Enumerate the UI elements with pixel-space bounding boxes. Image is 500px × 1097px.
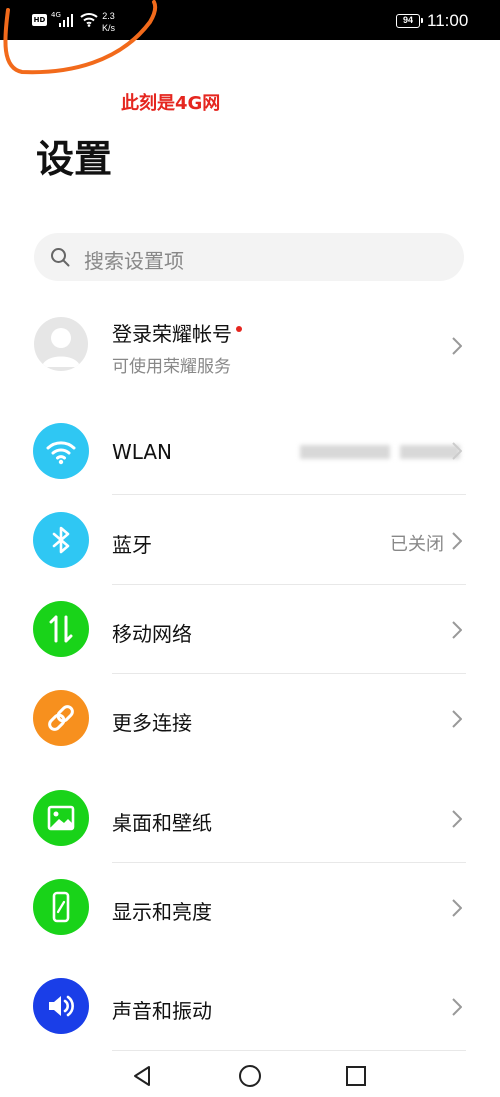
status-bar: HD 4G 2.3 K/s 94 11:00 [0, 0, 500, 40]
setting-sound[interactable]: 声音和振动 [0, 962, 500, 1051]
account-subtitle: 可使用荣耀服务 [112, 357, 231, 377]
chevron-right-icon [452, 810, 462, 828]
chevron-right-icon [452, 442, 462, 460]
wallpaper-icon [33, 790, 89, 846]
battery-indicator: 94 [396, 14, 423, 28]
search-placeholder: 搜索设置项 [84, 249, 184, 273]
setting-bluetooth[interactable]: 蓝牙 已关闭 [0, 496, 500, 585]
setting-label: 蓝牙 [112, 533, 152, 557]
setting-label: 桌面和壁纸 [112, 811, 212, 835]
annotation-text: 此刻是4G网 [121, 93, 221, 114]
signal-icon [59, 14, 73, 27]
navigation-bar [0, 1055, 500, 1097]
avatar-placeholder-icon [42, 328, 80, 367]
setting-wlan[interactable]: WLAN [0, 407, 500, 495]
clock: 11:00 [427, 11, 469, 30]
chevron-right-icon [452, 710, 462, 728]
bluetooth-icon [33, 512, 89, 568]
setting-label: 更多连接 [112, 711, 192, 735]
setting-label: 移动网络 [112, 622, 192, 646]
chevron-right-icon [452, 532, 462, 550]
page-title: 设置 [36, 137, 113, 181]
hd-badge: HD [32, 14, 47, 26]
chevron-right-icon [452, 621, 462, 639]
search-input[interactable]: 搜索设置项 [34, 233, 464, 281]
setting-label: WLAN [112, 440, 173, 464]
sound-icon [33, 978, 89, 1034]
setting-more-connections[interactable]: 更多连接 [0, 674, 500, 762]
network-speed: 2.3 K/s [102, 11, 116, 33]
setting-display[interactable]: 显示和亮度 [0, 863, 500, 951]
avatar [34, 317, 88, 371]
setting-label: 显示和亮度 [112, 900, 212, 924]
search-icon [51, 248, 70, 267]
setting-mobile-network[interactable]: 移动网络 [0, 585, 500, 674]
divider [112, 494, 466, 495]
blurred-wlan-name [300, 445, 470, 459]
wifi-icon [33, 423, 89, 479]
setting-value: 已关闭 [390, 534, 444, 555]
recents-icon[interactable] [343, 1063, 369, 1089]
divider [112, 1050, 466, 1051]
chevron-right-icon [452, 337, 462, 355]
chevron-right-icon [452, 899, 462, 917]
home-icon[interactable] [237, 1063, 263, 1089]
setting-label: 声音和振动 [112, 999, 212, 1023]
wifi-status-icon [80, 13, 98, 27]
display-icon [33, 879, 89, 935]
chevron-right-icon [452, 998, 462, 1016]
mobile-data-icon [33, 601, 89, 657]
back-icon[interactable] [130, 1063, 156, 1089]
account-title: 登录荣耀帐号 [112, 318, 242, 347]
notification-dot [236, 326, 242, 332]
setting-wallpaper[interactable]: 桌面和壁纸 [0, 774, 500, 863]
account-row[interactable]: 登录荣耀帐号 可使用荣耀服务 [0, 312, 500, 380]
link-icon [33, 690, 89, 746]
